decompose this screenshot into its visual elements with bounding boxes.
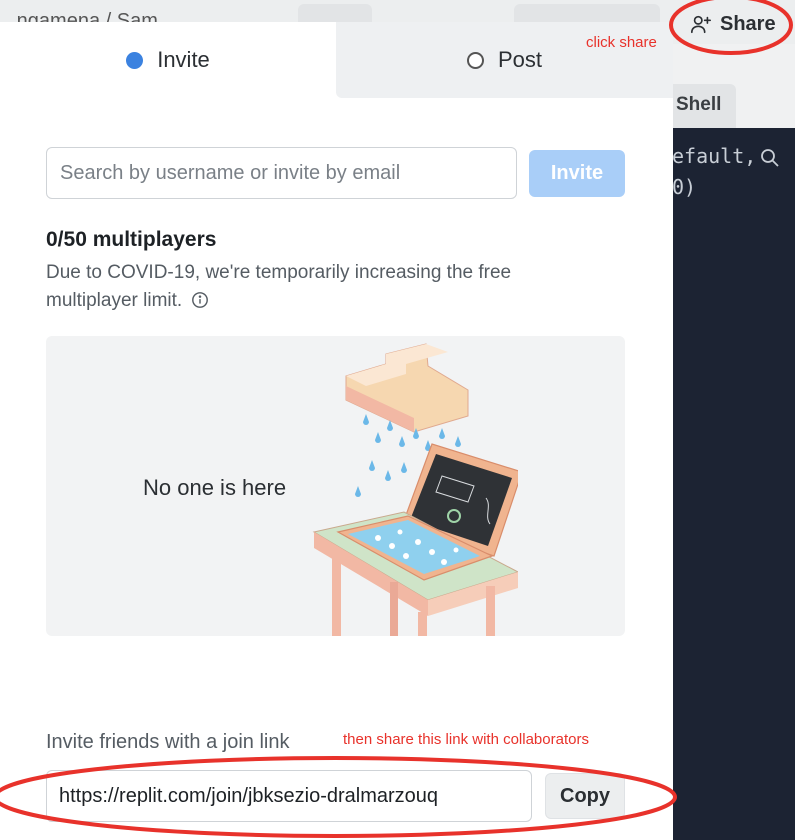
console-line-1: efault, <box>672 144 757 168</box>
tab-invite-label: Invite <box>157 47 210 72</box>
info-icon[interactable] <box>191 291 209 309</box>
empty-state-illustration <box>312 343 518 636</box>
annotation-click-share: click share <box>586 34 657 51</box>
multiplayer-note-text: Due to COVID-19, we're temporarily incre… <box>46 262 512 311</box>
empty-state-panel: No one is here <box>46 336 625 636</box>
search-input[interactable] <box>46 147 517 199</box>
share-dialog: Invite Post Invite 0/50 multiplayers Due… <box>0 22 673 840</box>
tab-post-label: Post <box>497 47 543 72</box>
join-link-label: Invite friends with a join link <box>46 731 290 753</box>
console-panel[interactable]: efault, 0) <box>672 128 795 840</box>
search-icon[interactable] <box>760 148 780 168</box>
add-user-icon <box>691 15 711 34</box>
invite-button[interactable]: Invite <box>529 150 625 197</box>
share-button[interactable]: Share <box>680 6 786 42</box>
multiplayer-count: 0/50 multiplayers <box>46 228 217 251</box>
join-link-field[interactable] <box>46 770 532 822</box>
radio-unselected-icon <box>466 51 484 69</box>
copy-button[interactable]: Copy <box>545 773 625 819</box>
tab-invite[interactable]: Invite <box>0 22 336 98</box>
annotation-share-link: then share this link with collaborators <box>343 731 589 748</box>
share-label: Share <box>720 12 776 35</box>
radio-selected-icon <box>126 51 144 69</box>
share-tabs: Invite Post <box>0 22 673 98</box>
console-line-2: 0) <box>672 175 697 199</box>
multiplayer-note: Due to COVID-19, we're temporarily incre… <box>46 259 606 315</box>
empty-state-text: No one is here <box>143 475 287 500</box>
